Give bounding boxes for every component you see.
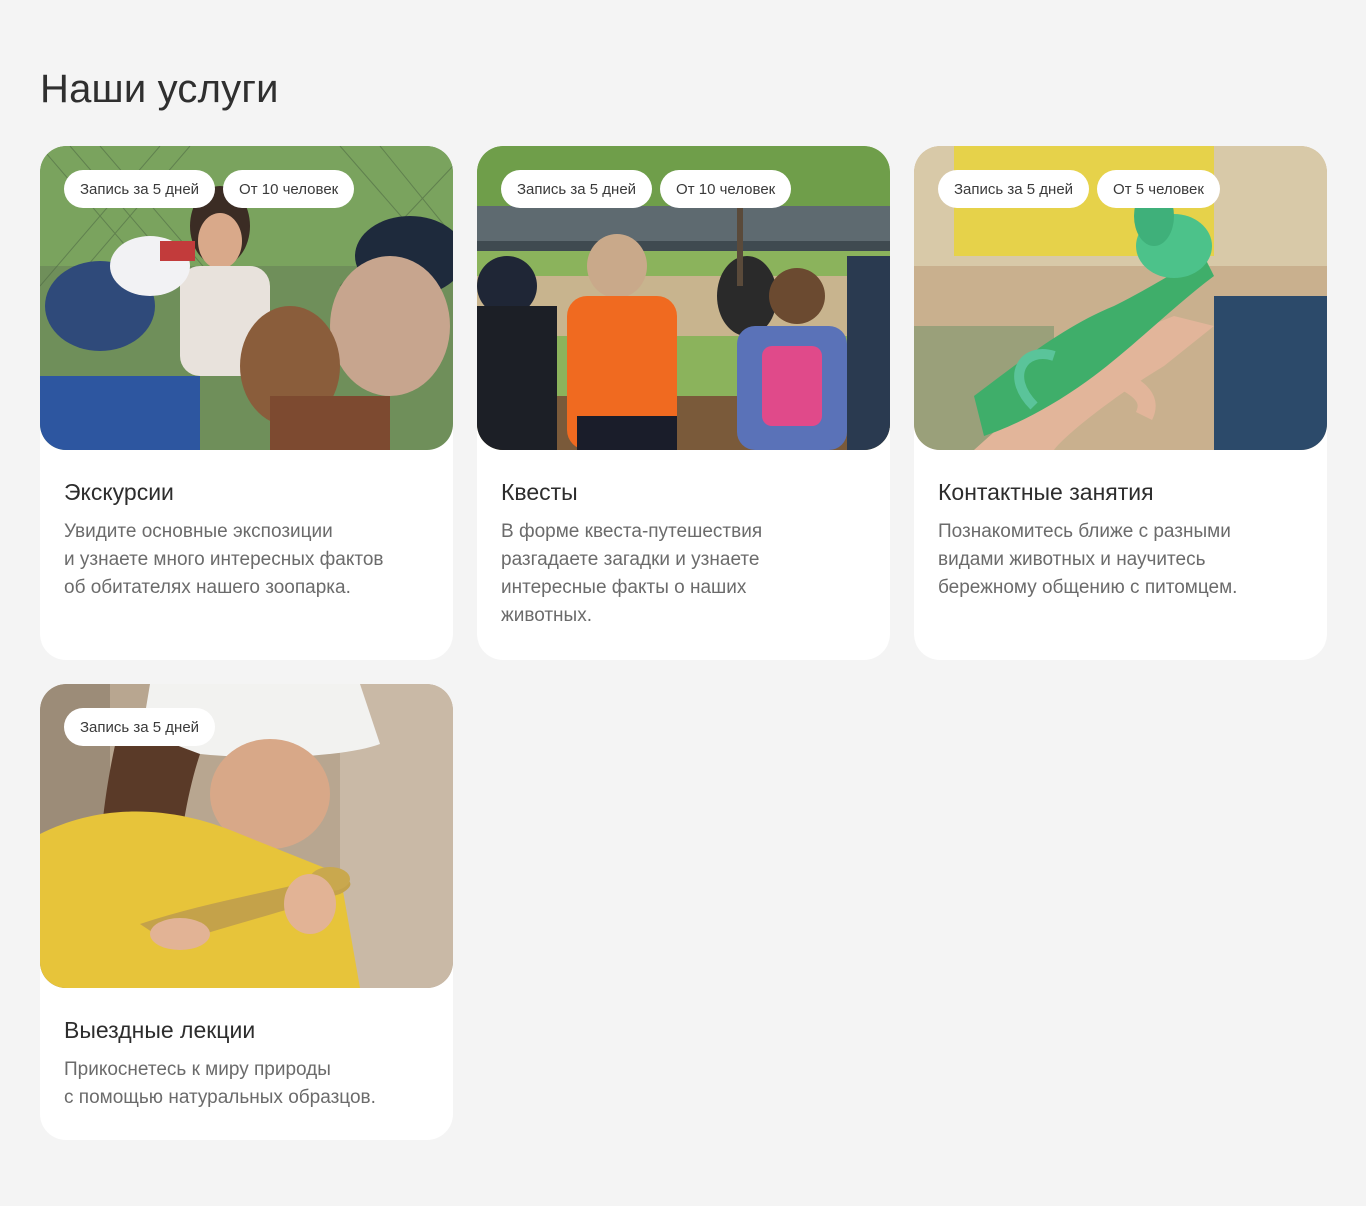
- card-description: Прикоснетесь к миру природы с помощью на…: [64, 1059, 376, 1108]
- service-card-lectures[interactable]: Запись за 5 дней Выездные лекции Прикосн…: [40, 684, 453, 1140]
- badge-group-size: От 10 человек: [660, 170, 792, 208]
- card-description: В форме квеста-путешествия разгадаете за…: [501, 521, 763, 626]
- service-card-quests[interactable]: Запись за 5 дней От 10 человек Квесты В …: [477, 146, 890, 660]
- lectures-body: Выездные лекции Прикоснетесь к миру прир…: [40, 988, 453, 1136]
- card-title: Экскурсии: [64, 479, 174, 505]
- card-title: Выездные лекции: [64, 1017, 256, 1043]
- contact-classes-badges: Запись за 5 дней От 5 человек: [938, 170, 1220, 208]
- badge-group-size: От 5 человек: [1097, 170, 1220, 208]
- badge-booking: Запись за 5 дней: [501, 170, 653, 208]
- quests-photo: Запись за 5 дней От 10 человек: [477, 146, 890, 450]
- services-page: Наши услуги Запись за 5 дней От 10 челов…: [0, 0, 1366, 1206]
- service-card-contact-classes[interactable]: Запись за 5 дней От 5 человек Контактные…: [914, 146, 1327, 660]
- excursions-photo: Запись за 5 дней От 10 человек: [40, 146, 453, 450]
- lectures-photo: Запись за 5 дней: [40, 684, 453, 988]
- badge-booking: Запись за 5 дней: [64, 708, 216, 746]
- services-grid: Запись за 5 дней От 10 человек Экскурсии…: [40, 146, 1327, 1140]
- card-title: Контактные занятия: [938, 479, 1154, 505]
- badge-booking: Запись за 5 дней: [64, 170, 216, 208]
- card-title: Квесты: [501, 479, 578, 505]
- excursions-badges: Запись за 5 дней От 10 человек: [64, 170, 355, 208]
- contact-classes-body: Контактные занятия Познакомитесь ближе с…: [914, 450, 1327, 626]
- card-description: Увидите основные экспозиции и узнаете мн…: [64, 521, 384, 598]
- service-card-excursions[interactable]: Запись за 5 дней От 10 человек Экскурсии…: [40, 146, 453, 660]
- contact-classes-photo: Запись за 5 дней От 5 человек: [914, 146, 1327, 450]
- badge-booking: Запись за 5 дней: [938, 170, 1090, 208]
- lectures-badges: Запись за 5 дней: [64, 708, 216, 746]
- excursions-body: Экскурсии Увидите основные экспозиции и …: [40, 450, 453, 626]
- quests-badges: Запись за 5 дней От 10 человек: [501, 170, 792, 208]
- card-description: Познакомитесь ближе с разными видами жив…: [938, 521, 1238, 598]
- badge-group-size: От 10 человек: [223, 170, 355, 208]
- page-title: Наши услуги: [40, 67, 279, 111]
- quests-body: Квесты В форме квеста-путешествия разгад…: [477, 450, 890, 654]
